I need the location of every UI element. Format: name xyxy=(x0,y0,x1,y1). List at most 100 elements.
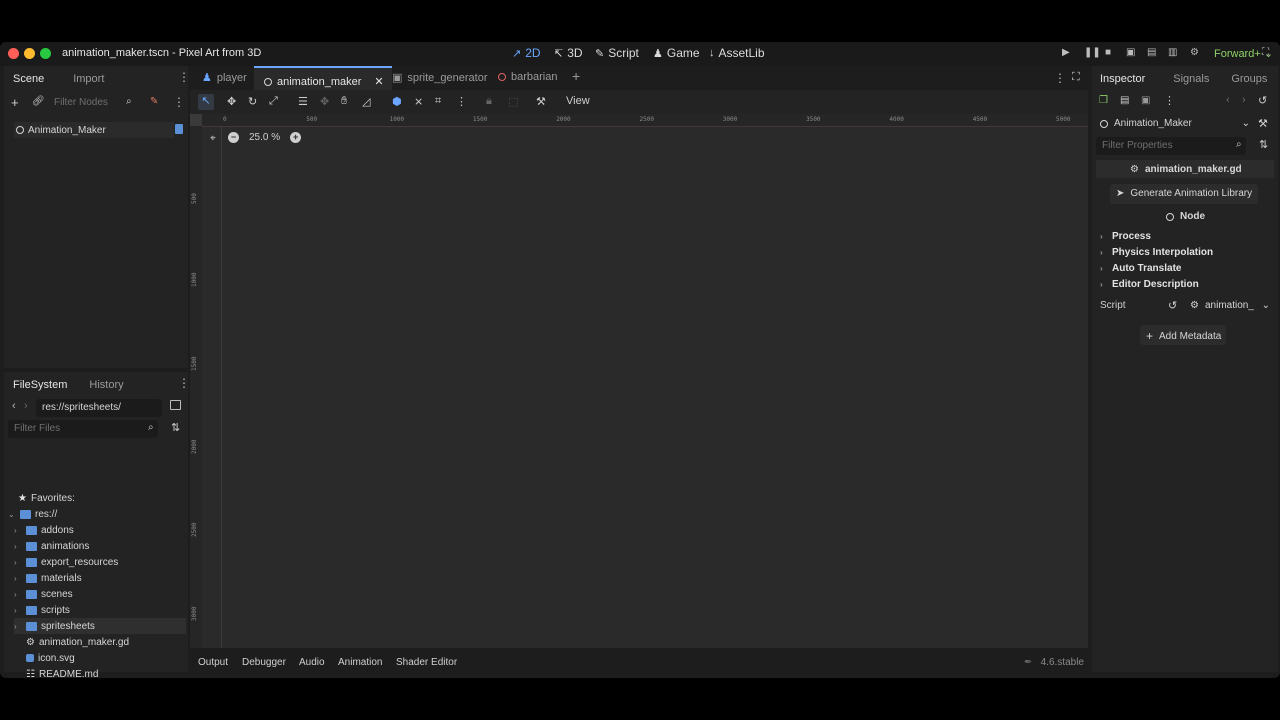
zoom-out-icon[interactable]: − xyxy=(228,132,239,143)
link-icon[interactable]: 🔗︎ xyxy=(32,96,45,107)
tab-inspector[interactable]: Inspector xyxy=(1100,73,1145,85)
distraction-free-icon[interactable]: ⛶ xyxy=(1072,71,1080,84)
move-tool-icon[interactable]: ✥ xyxy=(227,95,236,108)
pivot-tool-icon[interactable]: ✥ xyxy=(320,95,329,108)
lock-icon[interactable]: 🔒︎ xyxy=(486,95,492,108)
fullscreen-icon[interactable]: ⛶ xyxy=(1262,47,1269,58)
workspace-game[interactable]: ♟ Game xyxy=(653,46,700,60)
history-icon[interactable]: ↺ xyxy=(1258,94,1267,107)
scene-options-icon[interactable]: ⋮ xyxy=(173,95,185,109)
add-tab-icon[interactable]: + xyxy=(572,68,580,84)
scene-tab[interactable]: ♟ player xyxy=(202,71,247,85)
play-icon[interactable]: ▶ xyxy=(1062,47,1070,58)
folder-row[interactable]: › addons xyxy=(14,522,74,538)
back-icon[interactable]: ‹ xyxy=(12,400,16,412)
path-field[interactable]: res://spritesheets/ xyxy=(36,399,162,417)
filter-properties-input[interactable]: Filter Properties xyxy=(1096,137,1246,155)
scene-tab-active[interactable]: animation_maker ✕ xyxy=(254,66,392,90)
file-row[interactable]: ☷ README.md xyxy=(26,666,98,679)
chevron-right-icon[interactable]: › xyxy=(14,622,22,631)
node-selector[interactable]: Animation_Maker ⌄ xyxy=(1100,118,1250,129)
file-row[interactable]: icon.svg xyxy=(26,650,75,666)
canvas-viewport[interactable]: 0 500 1000 1500 2000 2500 3000 3500 4000 4500 5000… xyxy=(190,114,1088,648)
split-view-icon[interactable] xyxy=(170,400,181,410)
group-icon[interactable]: ⬚ xyxy=(508,95,518,108)
filter-files-input[interactable]: Filter Files xyxy=(8,420,158,438)
workspace-script[interactable]: ✎ Script xyxy=(595,46,639,60)
folder-row[interactable]: › scenes xyxy=(14,586,73,602)
view-menu[interactable]: View xyxy=(566,95,590,107)
history-forward-icon[interactable]: › xyxy=(1242,94,1246,106)
tree-node-root[interactable]: Animation_Maker xyxy=(14,122,174,138)
tab-shader-editor[interactable]: Shader Editor xyxy=(396,657,457,668)
favorites-row[interactable]: ★ Favorites: xyxy=(18,490,75,506)
section-editor-description[interactable]: › Editor Description xyxy=(1100,279,1199,290)
folder-row[interactable]: › export_resources xyxy=(14,554,118,570)
select-tool-icon[interactable]: ↖ xyxy=(198,94,214,110)
pause-icon[interactable]: ❚❚ xyxy=(1084,47,1101,58)
tab-output[interactable]: Output xyxy=(198,657,228,668)
stop-icon[interactable]: ■ xyxy=(1105,47,1111,58)
property-options-icon[interactable]: ⇅ xyxy=(1259,138,1268,151)
maximize-window-button[interactable] xyxy=(40,48,51,59)
snap-toggle-icon[interactable]: ⬢ xyxy=(392,95,402,108)
chevron-right-icon[interactable]: › xyxy=(14,590,22,599)
workspace-2d[interactable]: ↗ 2D xyxy=(512,46,541,60)
bone-tool-icon[interactable]: ⚒ xyxy=(536,95,546,108)
section-physics-interpolation[interactable]: › Physics Interpolation xyxy=(1100,247,1213,258)
chevron-right-icon[interactable]: › xyxy=(14,574,22,583)
minimize-window-button[interactable] xyxy=(24,48,35,59)
tab-filesystem[interactable]: FileSystem xyxy=(13,379,67,391)
chevron-right-icon[interactable]: › xyxy=(14,526,22,535)
more-options-icon[interactable]: ⋮ xyxy=(178,70,190,84)
close-window-button[interactable] xyxy=(8,48,19,59)
open-folder-icon[interactable]: ▤ xyxy=(1120,95,1129,106)
file-row[interactable]: ⚙ animation_maker.gd xyxy=(26,634,129,650)
grid-snap-icon[interactable]: ⌗ xyxy=(435,95,441,108)
forward-icon[interactable]: › xyxy=(24,400,28,412)
tab-groups[interactable]: Groups xyxy=(1231,73,1267,85)
rotate-tool-icon[interactable]: ↻ xyxy=(248,95,257,108)
more-options-icon[interactable]: ⋮ xyxy=(178,376,190,390)
revert-icon[interactable]: ↺ xyxy=(1168,299,1177,312)
smart-snap-icon[interactable]: ⨯ xyxy=(414,95,423,108)
history-back-icon[interactable]: ‹ xyxy=(1226,94,1230,106)
scale-tool-icon[interactable]: ⤢ xyxy=(269,95,278,108)
save-icon[interactable]: ▣ xyxy=(1141,95,1150,106)
section-process[interactable]: › Process xyxy=(1100,231,1151,242)
scene-tab[interactable]: barbarian xyxy=(498,71,557,83)
object-tools-icon[interactable]: ⚒ xyxy=(1258,117,1268,130)
folder-row[interactable]: › scripts xyxy=(14,602,70,618)
tab-animation[interactable]: Animation xyxy=(338,657,382,668)
script-property-value[interactable]: ⚙ animation_ ⌄ xyxy=(1190,300,1270,311)
res-root-row[interactable]: ⌄ res:// xyxy=(8,506,57,522)
tab-history[interactable]: History xyxy=(89,379,123,391)
chevron-right-icon[interactable]: › xyxy=(14,542,22,551)
more-options-icon[interactable]: ⋮ xyxy=(1054,71,1066,85)
center-view-icon[interactable]: ⌖ xyxy=(210,133,216,144)
workspace-3d[interactable]: ↸ 3D xyxy=(554,46,583,60)
remote-debug-icon[interactable]: ▣ xyxy=(1126,47,1135,58)
play-custom-scene-icon[interactable]: ▥ xyxy=(1168,47,1177,58)
tab-scene[interactable]: Scene xyxy=(13,73,44,85)
tab-debugger[interactable]: Debugger xyxy=(242,657,286,668)
chevron-right-icon[interactable]: › xyxy=(14,558,22,567)
section-auto-translate[interactable]: › Auto Translate xyxy=(1100,263,1181,274)
movie-maker-icon[interactable]: ⚙ xyxy=(1190,47,1199,58)
snap-options-icon[interactable]: ⋮ xyxy=(456,95,467,108)
workspace-assetlib[interactable]: ↓ AssetLib xyxy=(709,46,765,60)
add-node-icon[interactable]: + xyxy=(11,95,19,110)
close-tab-icon[interactable]: ✕ xyxy=(374,75,383,88)
pan-tool-icon[interactable]: ✋︎ xyxy=(341,95,347,108)
zoom-in-icon[interactable]: + xyxy=(290,132,302,143)
folder-row[interactable]: › materials xyxy=(14,570,82,586)
script-badge-icon[interactable] xyxy=(175,124,183,134)
resource-options-icon[interactable]: ⋮ xyxy=(1164,94,1175,107)
new-resource-icon[interactable]: ❐ xyxy=(1099,95,1108,106)
script-attach-icon[interactable]: ✎ xyxy=(150,96,158,107)
tab-signals[interactable]: Signals xyxy=(1173,73,1209,85)
tab-audio[interactable]: Audio xyxy=(299,657,325,668)
folder-row[interactable]: › spritesheets xyxy=(14,618,186,634)
scene-tab[interactable]: ▣ sprite_generator xyxy=(392,71,488,85)
zoom-level[interactable]: 25.0 % xyxy=(249,132,280,143)
